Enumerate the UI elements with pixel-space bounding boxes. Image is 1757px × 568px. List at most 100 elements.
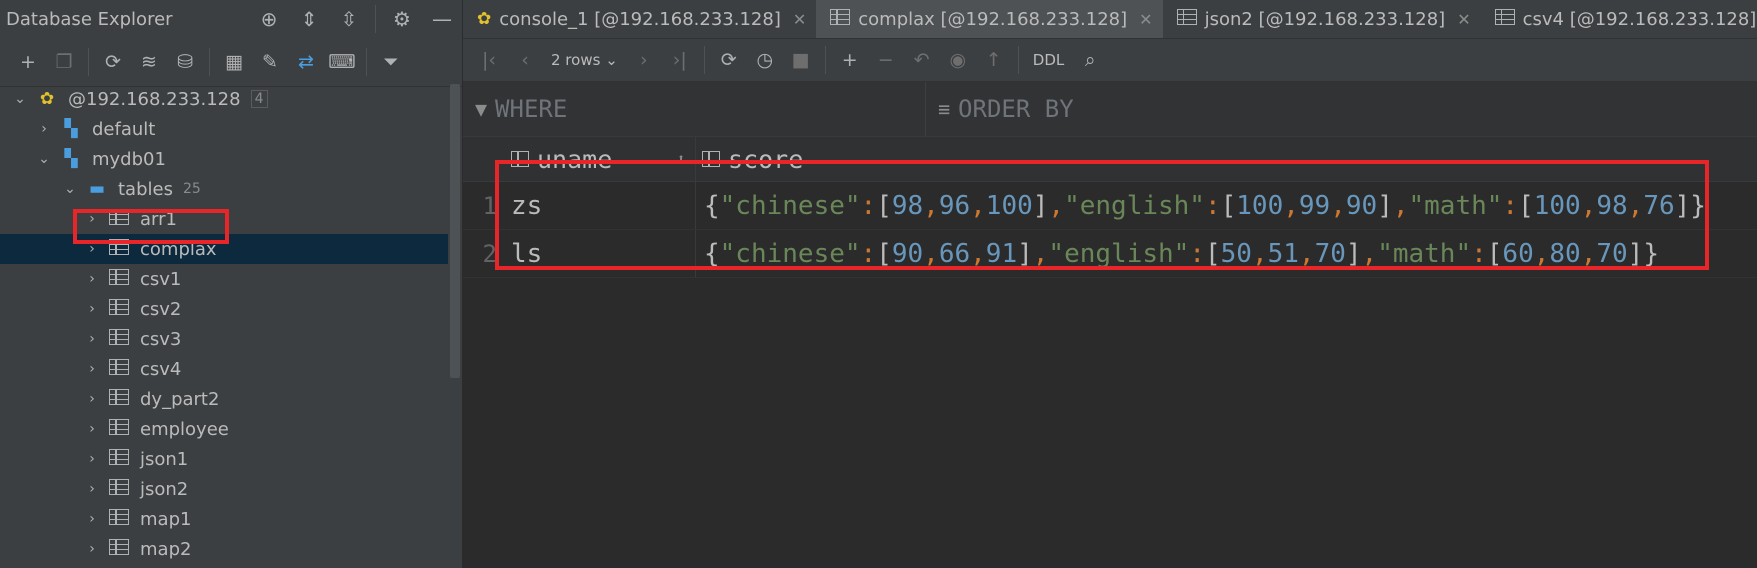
table-view-icon[interactable]: ▦ xyxy=(216,44,252,80)
chevron-right-icon[interactable]: › xyxy=(84,331,100,347)
reload-icon[interactable]: ⟳ xyxy=(711,42,747,78)
table-icon xyxy=(830,8,851,30)
stop-icon[interactable]: ■ xyxy=(783,42,819,78)
explorer-scrollbar[interactable] xyxy=(450,84,460,378)
schema-icon: ▚ xyxy=(64,149,78,169)
sort-icon: ≡ xyxy=(938,97,951,121)
chevron-right-icon[interactable]: › xyxy=(84,541,100,557)
chevron-right-icon[interactable]: › xyxy=(36,121,52,137)
tab-3[interactable]: csv4 [@192.168.233.128]✕ xyxy=(1481,0,1757,38)
chevron-down-icon[interactable]: ⌄ xyxy=(12,91,28,107)
rows-selector[interactable]: 2 rows ⌄ xyxy=(543,51,626,69)
where-filter[interactable]: ▼ WHERE xyxy=(463,82,926,136)
tree-table-csv2[interactable]: › csv2 xyxy=(0,294,448,324)
table-icon xyxy=(106,268,132,290)
close-icon[interactable]: ✕ xyxy=(1139,10,1152,29)
tree-connection[interactable]: ⌄ ✿ @192.168.233.128 4 xyxy=(0,84,448,114)
chevron-right-icon[interactable]: › xyxy=(84,511,100,527)
tree-table-map2[interactable]: › map2 xyxy=(0,534,448,564)
gear-icon[interactable]: ⚙ xyxy=(382,7,422,31)
chevron-right-icon[interactable]: › xyxy=(84,271,100,287)
submit-icon[interactable]: ↑ xyxy=(976,42,1012,78)
chevron-down-icon[interactable]: ⌄ xyxy=(62,181,78,197)
editor-tabs: ✿ console_1 [@192.168.233.128] ✕ complax [@… xyxy=(463,0,1757,39)
table-icon xyxy=(1494,8,1515,30)
minimize-icon[interactable]: — xyxy=(422,7,462,31)
previous-page-icon[interactable]: ‹ xyxy=(507,42,543,78)
chevron-right-icon[interactable]: › xyxy=(84,391,100,407)
table-icon xyxy=(106,298,132,320)
schema-label: mydb01 xyxy=(92,148,166,170)
table-label: json2 xyxy=(140,478,189,500)
first-page-icon[interactable]: |‹ xyxy=(471,42,507,78)
tab-label: json2 [@192.168.233.128] xyxy=(1204,8,1446,30)
expand-all-icon[interactable]: ⇕ xyxy=(289,7,329,31)
tables-label: tables xyxy=(118,178,173,200)
table-label: dy_part2 xyxy=(140,388,220,410)
filter-icon: ▼ xyxy=(475,97,488,121)
schema-settings-icon[interactable]: ≋ xyxy=(131,44,167,80)
tree-table-csv1[interactable]: › csv1 xyxy=(0,264,448,294)
hive-connection-icon: ✿ xyxy=(39,89,55,109)
history-icon[interactable]: ◷ xyxy=(747,42,783,78)
tree-schema-default[interactable]: › ▚ default xyxy=(0,114,448,144)
table-label: json1 xyxy=(140,448,189,470)
rows-label: 2 rows xyxy=(551,51,601,69)
jump-to-source-icon[interactable]: ⇄ xyxy=(288,44,324,80)
tab-label: console_1 [@192.168.233.128] xyxy=(499,8,781,30)
tree-tables-folder[interactable]: ⌄ ▬ tables 25 xyxy=(0,174,448,204)
tab-label: csv4 [@192.168.233.128] xyxy=(1522,8,1757,30)
ddl-button[interactable]: DDL xyxy=(1025,51,1072,69)
table-label: csv3 xyxy=(140,328,182,350)
schema-label: default xyxy=(92,118,156,140)
filter-icon[interactable]: ⏷ xyxy=(373,44,409,80)
database-explorer-panel: Database Explorer ⊕ ⇕ ⇳ ⚙ — + ❐ ⟳ ≋ ⛁ ▦ … xyxy=(0,0,463,568)
revert-icon[interactable]: ↶ xyxy=(904,42,940,78)
last-page-icon[interactable]: ›| xyxy=(662,42,698,78)
tree-table-csv3[interactable]: › csv3 xyxy=(0,324,448,354)
add-icon[interactable]: + xyxy=(10,44,46,80)
console-icon: ✿ xyxy=(477,9,492,29)
chevron-right-icon[interactable]: › xyxy=(84,361,100,377)
crosshair-icon[interactable]: ⊕ xyxy=(249,7,289,31)
tables-count: 25 xyxy=(182,181,201,197)
order-by-filter[interactable]: ≡ ORDER BY xyxy=(926,95,1074,123)
close-icon[interactable]: ✕ xyxy=(793,10,806,29)
add-row-icon[interactable]: + xyxy=(832,42,868,78)
tree-table-map1[interactable]: › map1 xyxy=(0,504,448,534)
tab-1[interactable]: complax [@192.168.233.128] ✕ xyxy=(816,0,1163,38)
close-icon[interactable]: ✕ xyxy=(1457,10,1470,29)
chevron-right-icon[interactable]: › xyxy=(84,451,100,467)
refresh-icon[interactable]: ⟳ xyxy=(95,44,131,80)
tree-table-json2[interactable]: › json2 xyxy=(0,474,448,504)
table-icon xyxy=(106,448,132,470)
chevron-right-icon[interactable]: › xyxy=(84,301,100,317)
duplicate-icon[interactable]: ❐ xyxy=(46,44,82,80)
tree-table-dy_part2[interactable]: › dy_part2 xyxy=(0,384,448,414)
connection-label: @192.168.233.128 xyxy=(68,88,241,110)
delete-row-icon[interactable]: − xyxy=(868,42,904,78)
tab-2[interactable]: json2 [@192.168.233.128] ✕ xyxy=(1163,0,1481,38)
chevron-right-icon[interactable]: › xyxy=(84,481,100,497)
table-label: csv1 xyxy=(140,268,182,290)
preview-icon[interactable]: ◉ xyxy=(940,42,976,78)
next-page-icon[interactable]: › xyxy=(626,42,662,78)
chevron-right-icon[interactable]: › xyxy=(84,421,100,437)
database-icon[interactable]: ⛁ xyxy=(167,44,203,80)
order-by-label: ORDER BY xyxy=(958,95,1074,123)
tab-0[interactable]: ✿ console_1 [@192.168.233.128] ✕ xyxy=(463,0,816,38)
chevron-down-icon[interactable]: ⌄ xyxy=(36,151,52,167)
search-icon[interactable]: ⌕ xyxy=(1072,42,1108,78)
table-icon xyxy=(106,328,132,350)
table-icon xyxy=(106,388,132,410)
tree-schema-mydb01[interactable]: ⌄ ▚ mydb01 xyxy=(0,144,448,174)
tree-table-employee[interactable]: › employee xyxy=(0,414,448,444)
tree-table-csv4[interactable]: › csv4 xyxy=(0,354,448,384)
filter-bar: ▼ WHERE ≡ ORDER BY xyxy=(463,82,1757,137)
table-icon xyxy=(106,358,132,380)
collapse-all-icon[interactable]: ⇳ xyxy=(329,7,369,31)
edit-icon[interactable]: ✎ xyxy=(252,44,288,80)
table-icon xyxy=(106,418,132,440)
tree-table-json1[interactable]: › json1 xyxy=(0,444,448,474)
query-console-icon[interactable]: ⌨ xyxy=(324,44,360,80)
